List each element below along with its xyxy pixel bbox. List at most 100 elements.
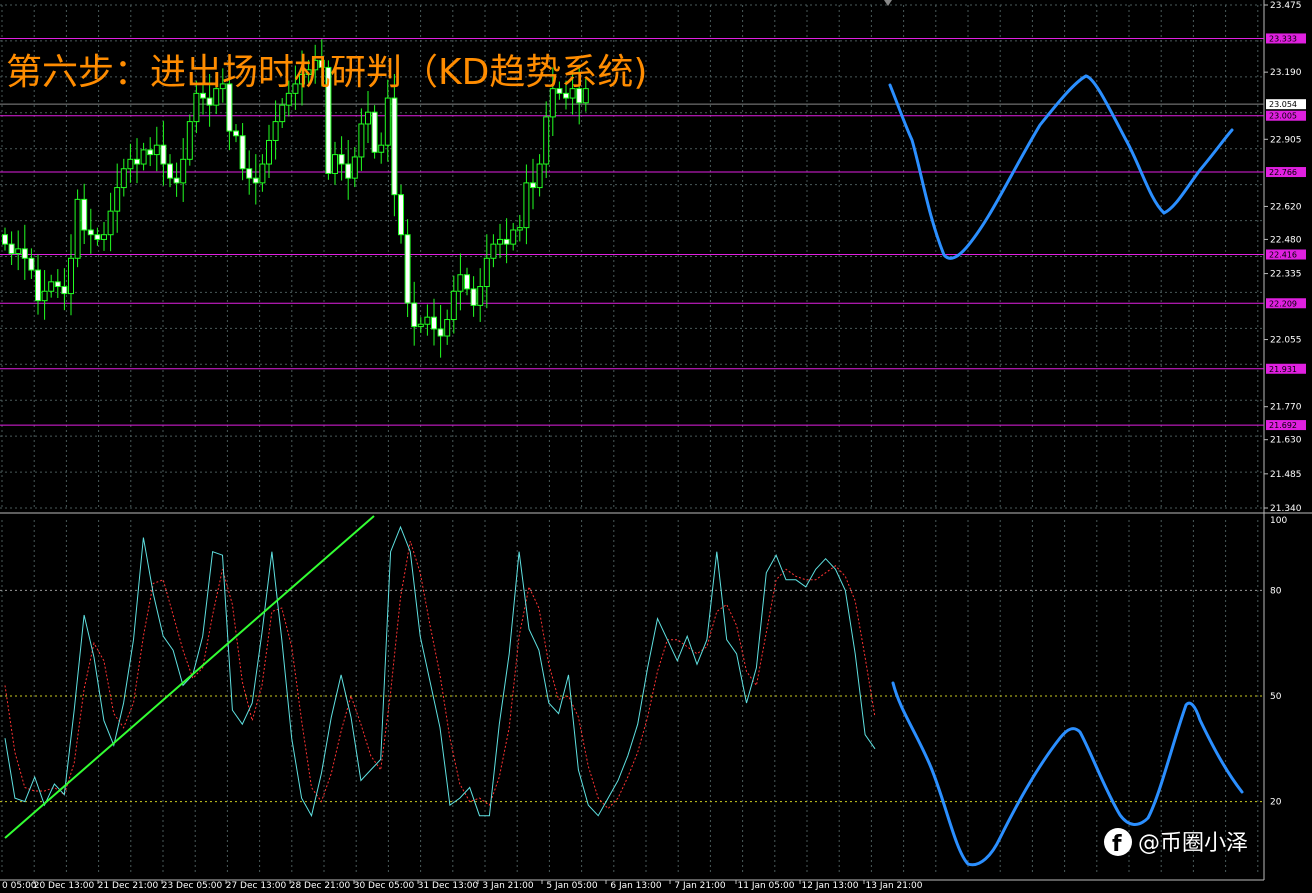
candle-body <box>266 139 272 165</box>
candle-body <box>233 130 239 137</box>
x-tick-label: 27 Dec 13:00 <box>226 881 287 891</box>
candle-body <box>120 168 127 189</box>
candle-body <box>417 323 424 328</box>
candle-body <box>94 234 101 240</box>
candle-body <box>457 274 464 292</box>
candle-body <box>167 163 173 179</box>
candle-body <box>510 229 517 245</box>
candle-body <box>200 92 206 99</box>
candle-body <box>2 234 8 245</box>
candle-body <box>35 269 41 302</box>
candle-body <box>285 92 292 106</box>
candle-body <box>15 248 22 255</box>
candle-body <box>8 243 15 255</box>
candle-body <box>411 302 418 328</box>
candle-body <box>134 158 140 165</box>
x-tick-label: 6 Jan 13:00 <box>610 881 662 891</box>
candle-body <box>497 238 503 245</box>
candle-body <box>81 198 88 231</box>
level-tag-label: 23.005 <box>1269 112 1297 121</box>
candle-body <box>259 163 266 184</box>
y-tick-label: 22.905 <box>1270 135 1302 145</box>
candle-body <box>371 111 378 153</box>
candle-body <box>404 234 411 304</box>
candle-body <box>464 274 470 290</box>
candle-body <box>239 135 246 170</box>
y-tick-label: 23.475 <box>1270 1 1302 11</box>
current-price-label: 23.054 <box>1269 100 1297 109</box>
watermark: f @币圈小泽 <box>1104 828 1248 857</box>
candle-body <box>490 243 497 259</box>
facebook-glyph: f <box>1112 832 1122 857</box>
candle-body <box>516 227 523 231</box>
candle-body <box>365 111 371 125</box>
candle-body <box>444 319 451 337</box>
candle-body <box>74 198 81 259</box>
candle-body <box>470 288 477 306</box>
candle-body <box>68 257 74 295</box>
y-tick-label: 22.480 <box>1270 235 1302 245</box>
y-tick-label: 22.335 <box>1270 270 1302 280</box>
candle-body <box>127 158 134 170</box>
candle-body <box>450 290 457 321</box>
y-tick-label: 22.620 <box>1270 202 1302 212</box>
candle-body <box>351 156 358 179</box>
chart-canvas: 23.333 23.005 22.766 22.416 22.209 21.931 21.6… <box>0 0 1312 893</box>
candle-body <box>61 286 68 295</box>
y-tick-label: 23.190 <box>1270 68 1302 78</box>
candle-body <box>338 154 345 165</box>
candle-body <box>153 144 160 156</box>
candle-body <box>147 149 154 156</box>
level-tag-label: 23.333 <box>1269 34 1297 43</box>
candle-body <box>246 168 253 179</box>
candle-body <box>563 92 569 99</box>
candle-body <box>41 290 48 302</box>
candle-body <box>140 149 147 165</box>
candle-body <box>431 316 437 330</box>
candle-body <box>483 257 490 288</box>
candle-body <box>536 163 543 189</box>
kd-tick-label: 100 <box>1270 516 1287 526</box>
candle-body <box>160 144 167 165</box>
candle-body <box>477 286 484 306</box>
chart-title: 第六步：进出场时机研判（KD趋势系统) <box>6 52 647 93</box>
candle-body <box>206 97 213 106</box>
x-tick-label: 12 Jan 13:00 <box>802 881 859 891</box>
kd-tick-label: 80 <box>1270 586 1282 596</box>
y-tick-label: 21.485 <box>1270 470 1302 480</box>
x-tick-label: 23 Dec 05:00 <box>162 881 223 891</box>
x-tick-label-partial: 0 05:00 <box>2 881 37 891</box>
x-tick-label: 3 Jan 21:00 <box>482 881 534 891</box>
candle-body <box>424 316 431 325</box>
candle-body <box>358 123 365 158</box>
candle-body <box>252 177 259 184</box>
level-tag-label: 21.931 <box>1269 365 1297 374</box>
candle-body <box>48 281 55 292</box>
y-tick-label: 22.055 <box>1270 336 1302 346</box>
level-tag-label: 22.766 <box>1269 168 1297 177</box>
candle-body <box>87 229 94 236</box>
x-tick-label: 30 Dec 05:00 <box>354 881 415 891</box>
candle-body <box>345 163 352 179</box>
x-tick-label: 28 Dec 21:00 <box>290 881 351 891</box>
watermark-text: @币圈小泽 <box>1138 831 1248 856</box>
candle-body <box>391 97 398 196</box>
x-tick-label: 21 Dec 21:00 <box>98 881 159 891</box>
candle-body <box>378 144 385 153</box>
y-tick-label: 21.340 <box>1270 504 1302 514</box>
x-tick-label: 20 Dec 13:00 <box>34 881 95 891</box>
kd-tick-label: 20 <box>1270 798 1282 808</box>
kd-tick-label: 50 <box>1270 692 1282 702</box>
level-tag-label: 22.209 <box>1269 299 1297 308</box>
y-tick-label: 21.770 <box>1270 403 1302 413</box>
candle-body <box>180 158 187 184</box>
y-tick-label: 21.630 <box>1270 436 1302 446</box>
candle-body <box>437 328 444 337</box>
candle-body <box>503 238 510 245</box>
candle-body <box>101 234 107 240</box>
candle-body <box>272 121 279 141</box>
level-tag-label: 21.692 <box>1269 421 1297 430</box>
candle-body <box>54 281 61 288</box>
candle-body <box>193 92 200 123</box>
x-tick-label: 5 Jan 05:00 <box>546 881 598 891</box>
